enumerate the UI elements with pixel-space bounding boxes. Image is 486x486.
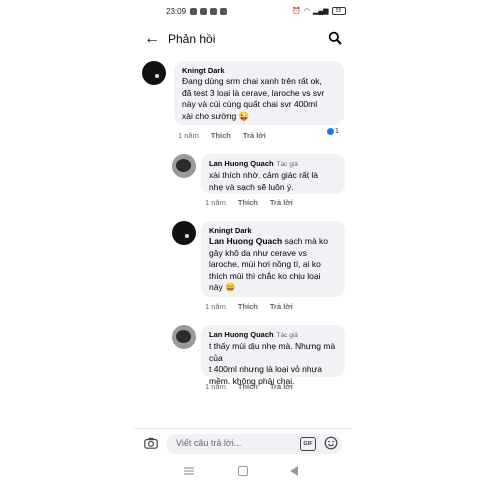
comment-line: laroche, mùi hơi nồng tí, ai ko — [209, 259, 321, 269]
notification-icons — [190, 8, 227, 15]
comment-author-line: Lan Huong Quach Tác giả — [209, 159, 337, 170]
comment-time: 1 năm — [178, 131, 199, 140]
comment-meta: 1 năm Thích Trả lời — [178, 131, 266, 140]
comment-author[interactable]: Kningt Dark — [209, 226, 337, 236]
avatar[interactable] — [172, 221, 196, 245]
like-button[interactable]: Thích — [238, 302, 258, 311]
status-time: 23:09 — [166, 7, 187, 16]
avatar[interactable] — [142, 61, 166, 85]
system-nav-bar — [134, 462, 352, 480]
reply-button[interactable]: Trả lời — [270, 382, 293, 391]
nav-menu-icon[interactable] — [184, 467, 194, 475]
reply-button[interactable]: Trả lời — [270, 198, 293, 207]
comment-line: t 400ml nhưng là loại vỏ nhựa — [209, 364, 322, 374]
comment-bubble: Lan Huong Quach Tác giả xài thích nhờ. cả… — [201, 154, 345, 194]
comment-line: này và cúi cùng quất chai svr 400ml — [182, 99, 318, 109]
comment-author[interactable]: Lan Huong Quach — [209, 330, 274, 339]
nav-back-icon[interactable] — [290, 466, 298, 476]
reply-button[interactable]: Trả lời — [243, 131, 266, 140]
like-button[interactable]: Thích — [238, 382, 258, 391]
mention-link[interactable]: Lan Huong Quach — [209, 236, 282, 246]
phone-screen: 23:09 ⏰ ◠ ▂▄▆ 59 ← Phản hồi Kningt Dark … — [134, 0, 352, 486]
emoji-icon[interactable] — [324, 436, 338, 450]
comment-line: nhẹ và sạch sẽ luôn ý. — [209, 181, 294, 192]
system-icons: ⏰ ◠ ▂▄▆ 59 — [292, 7, 346, 15]
reply-composer: Viết câu trả lời... GIF — [134, 428, 352, 457]
comment-time: 1 năm — [205, 382, 226, 391]
battery-icon: 59 — [331, 7, 346, 15]
comment-author[interactable]: Lan Huong Quach — [209, 159, 274, 168]
header: ← Phản hồi — [134, 28, 352, 52]
comment-author[interactable]: Kningt Dark — [182, 66, 336, 76]
comment-line: gây khô da như cerave vs — [209, 247, 307, 258]
reaction-count-value: 1 — [335, 128, 339, 135]
comment-time: 1 năm — [205, 302, 226, 311]
status-bar: 23:09 ⏰ ◠ ▂▄▆ 59 — [134, 6, 352, 20]
comment-line: Lan Huong Quach sạch mà ko — [209, 236, 337, 248]
comment-line: xài thích nhờ. cảm giác rất là — [209, 170, 319, 180]
author-badge: Tác giả — [276, 332, 298, 339]
comment-meta: 1 năm Thích Trả lời — [205, 382, 293, 391]
comment-meta: 1 năm Thích Trả lời — [205, 302, 293, 311]
like-button[interactable]: Thích — [238, 198, 258, 207]
comment-author-line: Lan Huong Quach Tác giả — [209, 330, 337, 341]
app-icon — [210, 8, 217, 15]
like-reaction-icon — [327, 128, 334, 135]
reply-button[interactable]: Trả lời — [270, 302, 293, 311]
page-title: Phản hồi — [168, 32, 216, 46]
comment-meta: 1 năm Thích Trả lời — [205, 198, 293, 207]
reply-input[interactable]: Viết câu trả lời... GIF — [166, 434, 342, 454]
camera-icon[interactable] — [144, 437, 158, 449]
reaction-count[interactable]: 1 — [327, 128, 339, 135]
back-arrow-icon[interactable]: ← — [144, 30, 160, 48]
wifi-icon: ◠ — [303, 8, 310, 15]
comment-line: t thấy mùi dịu nhẹ mà. Nhưng mà của — [209, 341, 336, 363]
avatar[interactable] — [172, 325, 196, 349]
comment-bubble: Kningt Dark Đang dùng srm chai xanh trên… — [174, 61, 344, 125]
like-button[interactable]: Thích — [211, 131, 231, 140]
comment-time: 1 năm — [205, 198, 226, 207]
comment-line: Đang dùng srm chai xanh trên rất ok, — [182, 76, 322, 86]
nav-home-icon[interactable] — [238, 466, 248, 476]
gif-icon[interactable]: GIF — [300, 437, 316, 451]
comment-bubble: Lan Huong Quach Tác giả t thấy mùi dịu nh… — [201, 325, 345, 386]
signal-icon: ▂▄▆ — [312, 8, 329, 15]
comment-line: này 😄 — [209, 282, 236, 292]
comment-line: đã test 3 loại là cerave, laroche vs svr — [182, 87, 325, 98]
facebook-icon — [190, 8, 197, 15]
search-icon[interactable] — [328, 31, 342, 45]
comment-bubble: Kningt Dark Lan Huong Quach sạch mà ko g… — [201, 221, 345, 297]
comment-line: thích mùi thì chắc ko chịu loại — [209, 270, 321, 281]
comment-text: sạch mà ko — [282, 236, 329, 246]
alarm-icon: ⏰ — [292, 8, 301, 15]
youtube-icon — [220, 8, 227, 15]
comment-line: xài cho sướng 😜 — [182, 110, 250, 121]
avatar[interactable] — [172, 154, 196, 178]
author-badge: Tác giả — [276, 161, 298, 168]
facebook-icon — [200, 8, 207, 15]
reply-input-placeholder: Viết câu trả lời... — [176, 438, 242, 448]
